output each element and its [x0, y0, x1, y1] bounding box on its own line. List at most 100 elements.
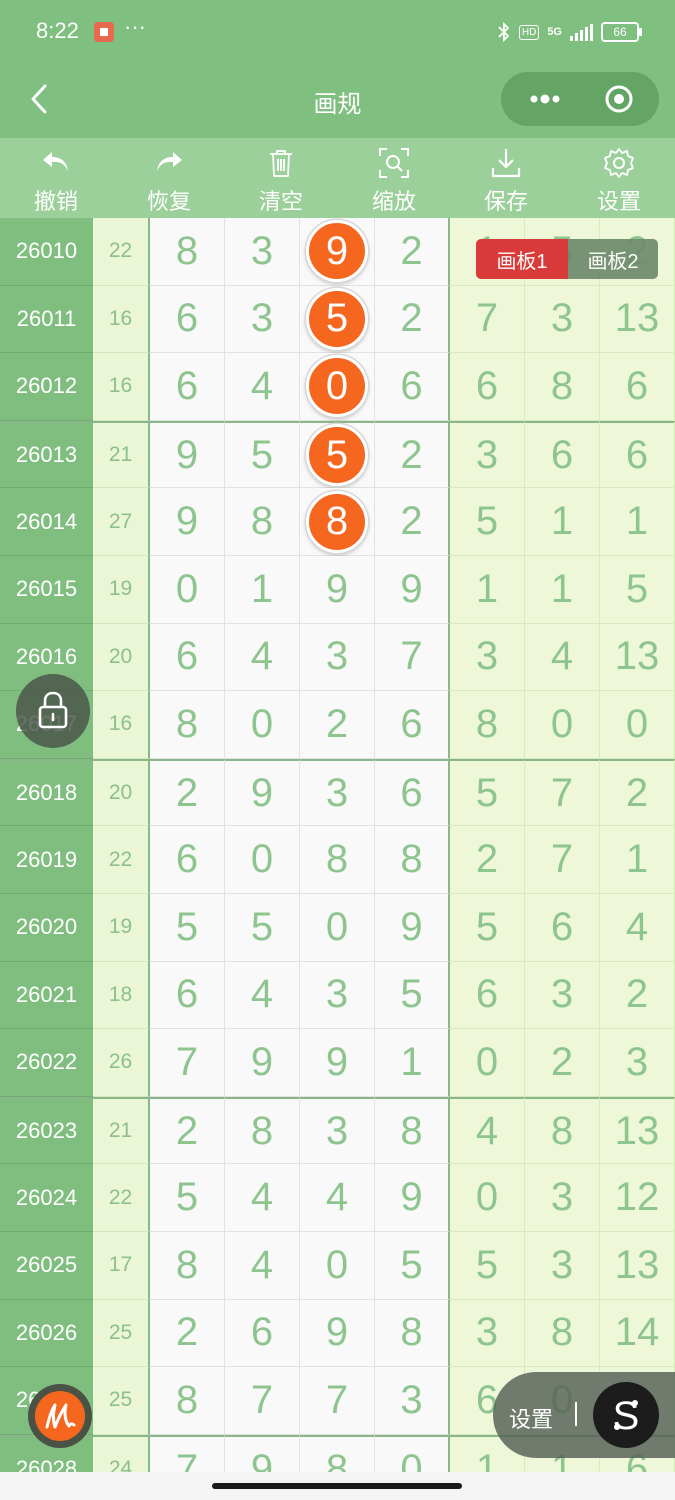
stat-cell[interactable]: 6: [600, 353, 675, 421]
digit-cell[interactable]: 5: [375, 1232, 450, 1300]
stat-cell[interactable]: 8: [525, 1096, 600, 1165]
digit-cell[interactable]: 6: [375, 353, 450, 421]
clear-button[interactable]: 清空: [241, 146, 321, 216]
digit-cell[interactable]: 8: [375, 1096, 450, 1165]
digit-cell[interactable]: 5: [150, 1164, 225, 1232]
digit-cell[interactable]: 0: [300, 1232, 375, 1300]
stat-cell[interactable]: 6: [600, 420, 675, 489]
more-button[interactable]: [525, 86, 565, 112]
digit-cell[interactable]: 9: [225, 758, 300, 827]
stat-cell[interactable]: 6: [450, 353, 525, 421]
digit-cell[interactable]: 0: [225, 691, 300, 759]
digit-cell[interactable]: 0: [225, 826, 300, 894]
tab-board1[interactable]: 画板1: [476, 239, 568, 279]
stat-cell[interactable]: 7: [450, 285, 525, 354]
digit-cell[interactable]: 9: [375, 1164, 450, 1232]
digit-cell[interactable]: 5: [150, 894, 225, 962]
digit-cell[interactable]: 5: [225, 894, 300, 962]
digit-cell[interactable]: 3: [300, 623, 375, 692]
stat-cell[interactable]: 1: [525, 488, 600, 556]
digit-cell[interactable]: 9: [300, 556, 375, 624]
digit-cell[interactable]: 1: [225, 556, 300, 624]
digit-cell[interactable]: 0: [375, 1434, 450, 1472]
digit-cell[interactable]: 3: [375, 1367, 450, 1435]
redo-button[interactable]: 恢复: [129, 146, 209, 216]
digit-cell[interactable]: 7: [150, 1029, 225, 1097]
digit-cell[interactable]: 9: [300, 218, 375, 286]
stat-cell[interactable]: 0: [600, 691, 675, 759]
digit-cell[interactable]: 6: [150, 961, 225, 1030]
highlighted-digit[interactable]: 8: [306, 490, 368, 553]
save-button[interactable]: 保存: [466, 146, 546, 216]
stat-cell[interactable]: 13: [600, 285, 675, 354]
stat-cell[interactable]: 8: [525, 353, 600, 421]
digit-cell[interactable]: 5: [375, 961, 450, 1030]
digit-cell[interactable]: 5: [300, 420, 375, 489]
digit-cell[interactable]: 4: [225, 353, 300, 421]
digit-cell[interactable]: 6: [150, 353, 225, 421]
floating-settings-button[interactable]: 设置: [509, 1402, 553, 1434]
digit-cell[interactable]: 9: [225, 1434, 300, 1472]
digit-cell[interactable]: 2: [375, 420, 450, 489]
stat-cell[interactable]: 3: [525, 961, 600, 1030]
digit-cell[interactable]: 2: [375, 285, 450, 354]
lock-button[interactable]: [16, 674, 90, 748]
digit-cell[interactable]: 6: [150, 826, 225, 894]
stat-cell[interactable]: 6: [525, 894, 600, 962]
settings-button[interactable]: 设置: [579, 146, 659, 216]
digit-cell[interactable]: 2: [150, 1096, 225, 1165]
stat-cell[interactable]: 2: [450, 826, 525, 894]
close-miniprogram-button[interactable]: [605, 85, 633, 113]
digit-cell[interactable]: 6: [150, 623, 225, 692]
digit-cell[interactable]: 4: [225, 1232, 300, 1300]
stat-cell[interactable]: 2: [525, 1029, 600, 1097]
stat-cell[interactable]: 0: [525, 691, 600, 759]
digit-cell[interactable]: 8: [225, 1096, 300, 1165]
digit-cell[interactable]: 8: [150, 1232, 225, 1300]
stat-cell[interactable]: 1: [600, 826, 675, 894]
digit-cell[interactable]: 7: [300, 1367, 375, 1435]
digit-cell[interactable]: 6: [375, 758, 450, 827]
stat-cell[interactable]: 0: [450, 1164, 525, 1232]
stat-cell[interactable]: 7: [525, 758, 600, 827]
stat-cell[interactable]: 13: [600, 623, 675, 692]
digit-cell[interactable]: 8: [225, 488, 300, 556]
stat-cell[interactable]: 4: [600, 894, 675, 962]
highlighted-digit[interactable]: 5: [306, 424, 368, 487]
digit-cell[interactable]: 8: [300, 1434, 375, 1472]
digit-cell[interactable]: 9: [300, 1029, 375, 1097]
digit-cell[interactable]: 3: [225, 218, 300, 286]
digit-cell[interactable]: 0: [300, 353, 375, 421]
digit-cell[interactable]: 8: [300, 826, 375, 894]
stat-cell[interactable]: 3: [450, 623, 525, 692]
digit-cell[interactable]: 6: [150, 285, 225, 354]
digit-cell[interactable]: 9: [150, 488, 225, 556]
digit-cell[interactable]: 8: [300, 488, 375, 556]
stat-cell[interactable]: 3: [450, 420, 525, 489]
lottery-grid[interactable]: 2601022839215226011166352731326012166406…: [0, 218, 675, 1472]
highlighted-digit[interactable]: 5: [306, 287, 368, 350]
digit-cell[interactable]: 2: [375, 488, 450, 556]
digit-cell[interactable]: 8: [375, 1299, 450, 1368]
digit-cell[interactable]: 9: [150, 420, 225, 489]
digit-cell[interactable]: 9: [225, 1029, 300, 1097]
home-indicator[interactable]: [212, 1483, 462, 1489]
stat-cell[interactable]: 3: [525, 285, 600, 354]
digit-cell[interactable]: 4: [300, 1164, 375, 1232]
digit-cell[interactable]: 6: [225, 1299, 300, 1368]
stat-cell[interactable]: 5: [450, 488, 525, 556]
stat-cell[interactable]: 5: [450, 758, 525, 827]
stat-cell[interactable]: 12: [600, 1164, 675, 1232]
digit-cell[interactable]: 9: [375, 894, 450, 962]
digit-cell[interactable]: 9: [300, 1299, 375, 1368]
highlighted-digit[interactable]: 0: [306, 355, 368, 418]
digit-cell[interactable]: 3: [225, 285, 300, 354]
digit-cell[interactable]: 9: [375, 556, 450, 624]
stat-cell[interactable]: 2: [600, 758, 675, 827]
digit-cell[interactable]: 8: [375, 826, 450, 894]
zoom-button[interactable]: 缩放: [354, 146, 434, 216]
stat-cell[interactable]: 5: [450, 894, 525, 962]
stat-cell[interactable]: 6: [525, 420, 600, 489]
digit-cell[interactable]: 4: [225, 623, 300, 692]
tab-board2[interactable]: 画板2: [568, 239, 658, 279]
